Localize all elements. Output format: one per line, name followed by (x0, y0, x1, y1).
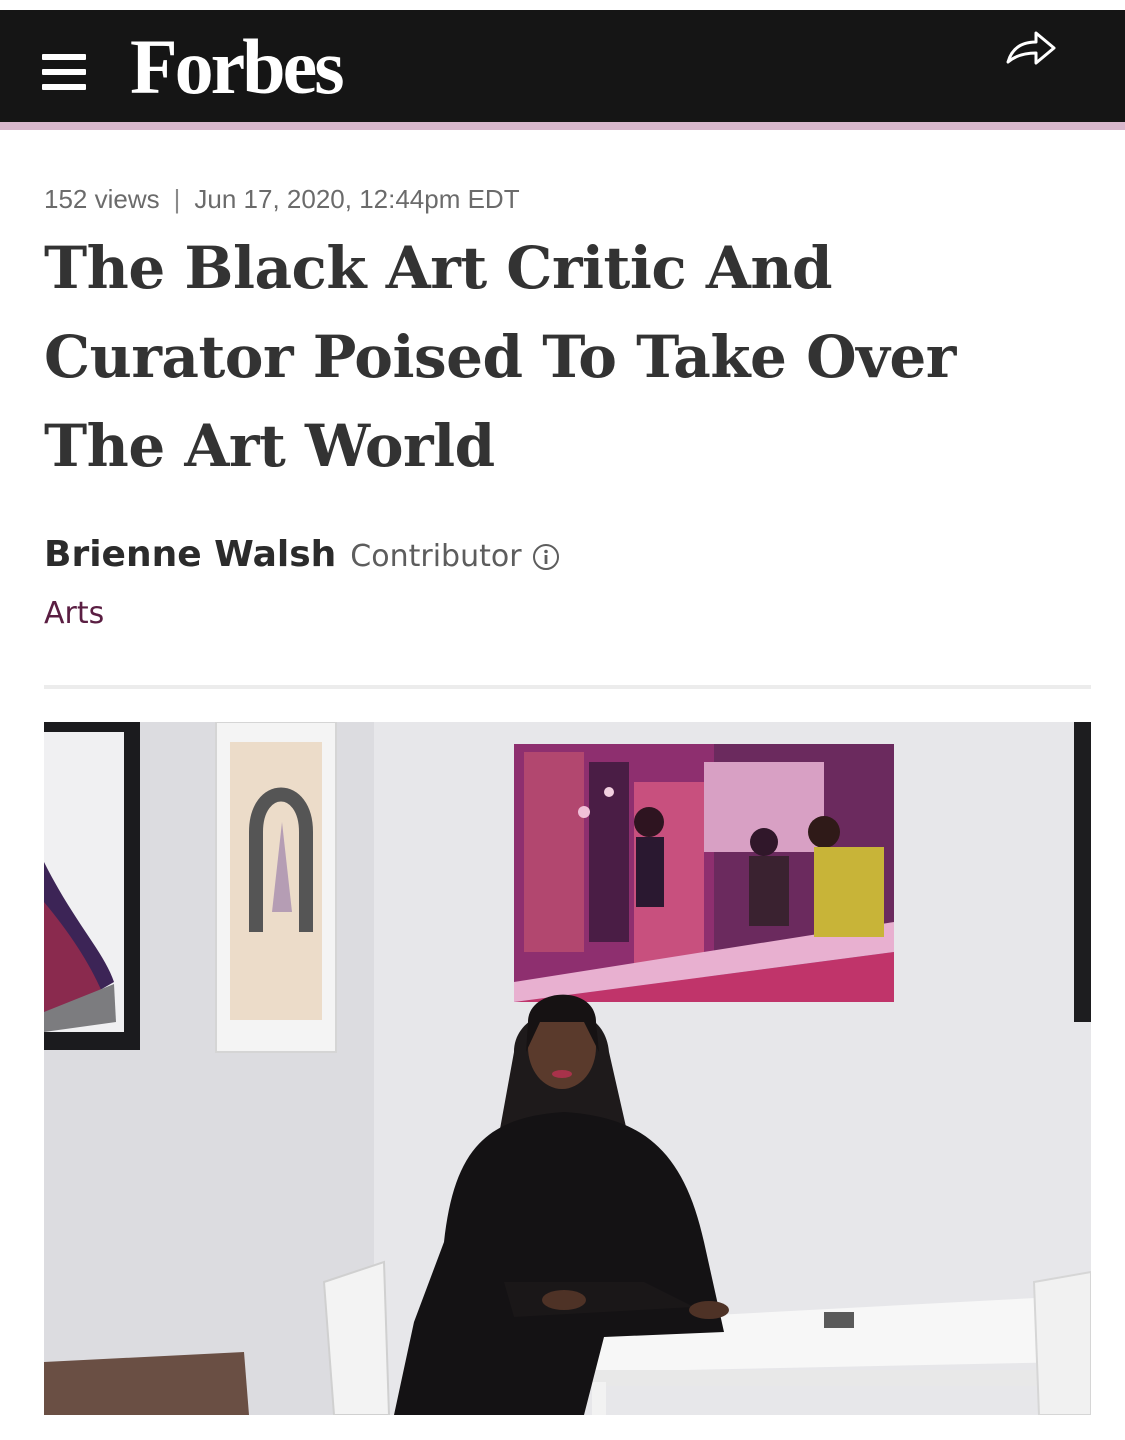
author-role: Contributor (350, 539, 522, 574)
article-meta: 152 views | Jun 17, 2020, 12:44pm EDT (44, 184, 520, 215)
top-navigation-bar: Forbes (0, 10, 1125, 122)
left-framed-artwork (44, 722, 140, 1050)
middle-framed-print (215, 722, 337, 1053)
section-link-arts[interactable]: Arts (44, 596, 104, 631)
content-divider (44, 685, 1091, 689)
share-arrow-icon[interactable] (1000, 24, 1060, 74)
forbes-logo[interactable]: Forbes (130, 28, 345, 106)
header-accent-line (0, 122, 1125, 130)
article-hero-photo (44, 722, 1091, 1415)
bar-scene-painting (514, 744, 894, 1002)
page-bottom-margin (0, 1415, 1125, 1440)
view-count: 152 views (44, 184, 160, 214)
article-headline: The Black Art Critic And Curator Poised … (44, 234, 956, 480)
publish-timestamp: Jun 17, 2020, 12:44pm EDT (194, 184, 520, 214)
author-name[interactable]: Brienne Walsh (44, 534, 336, 575)
hamburger-menu-icon[interactable] (42, 54, 86, 90)
meta-separator: | (173, 184, 181, 214)
byline: Brienne Walsh Contributor (44, 534, 560, 575)
info-circle-icon[interactable] (532, 543, 560, 571)
